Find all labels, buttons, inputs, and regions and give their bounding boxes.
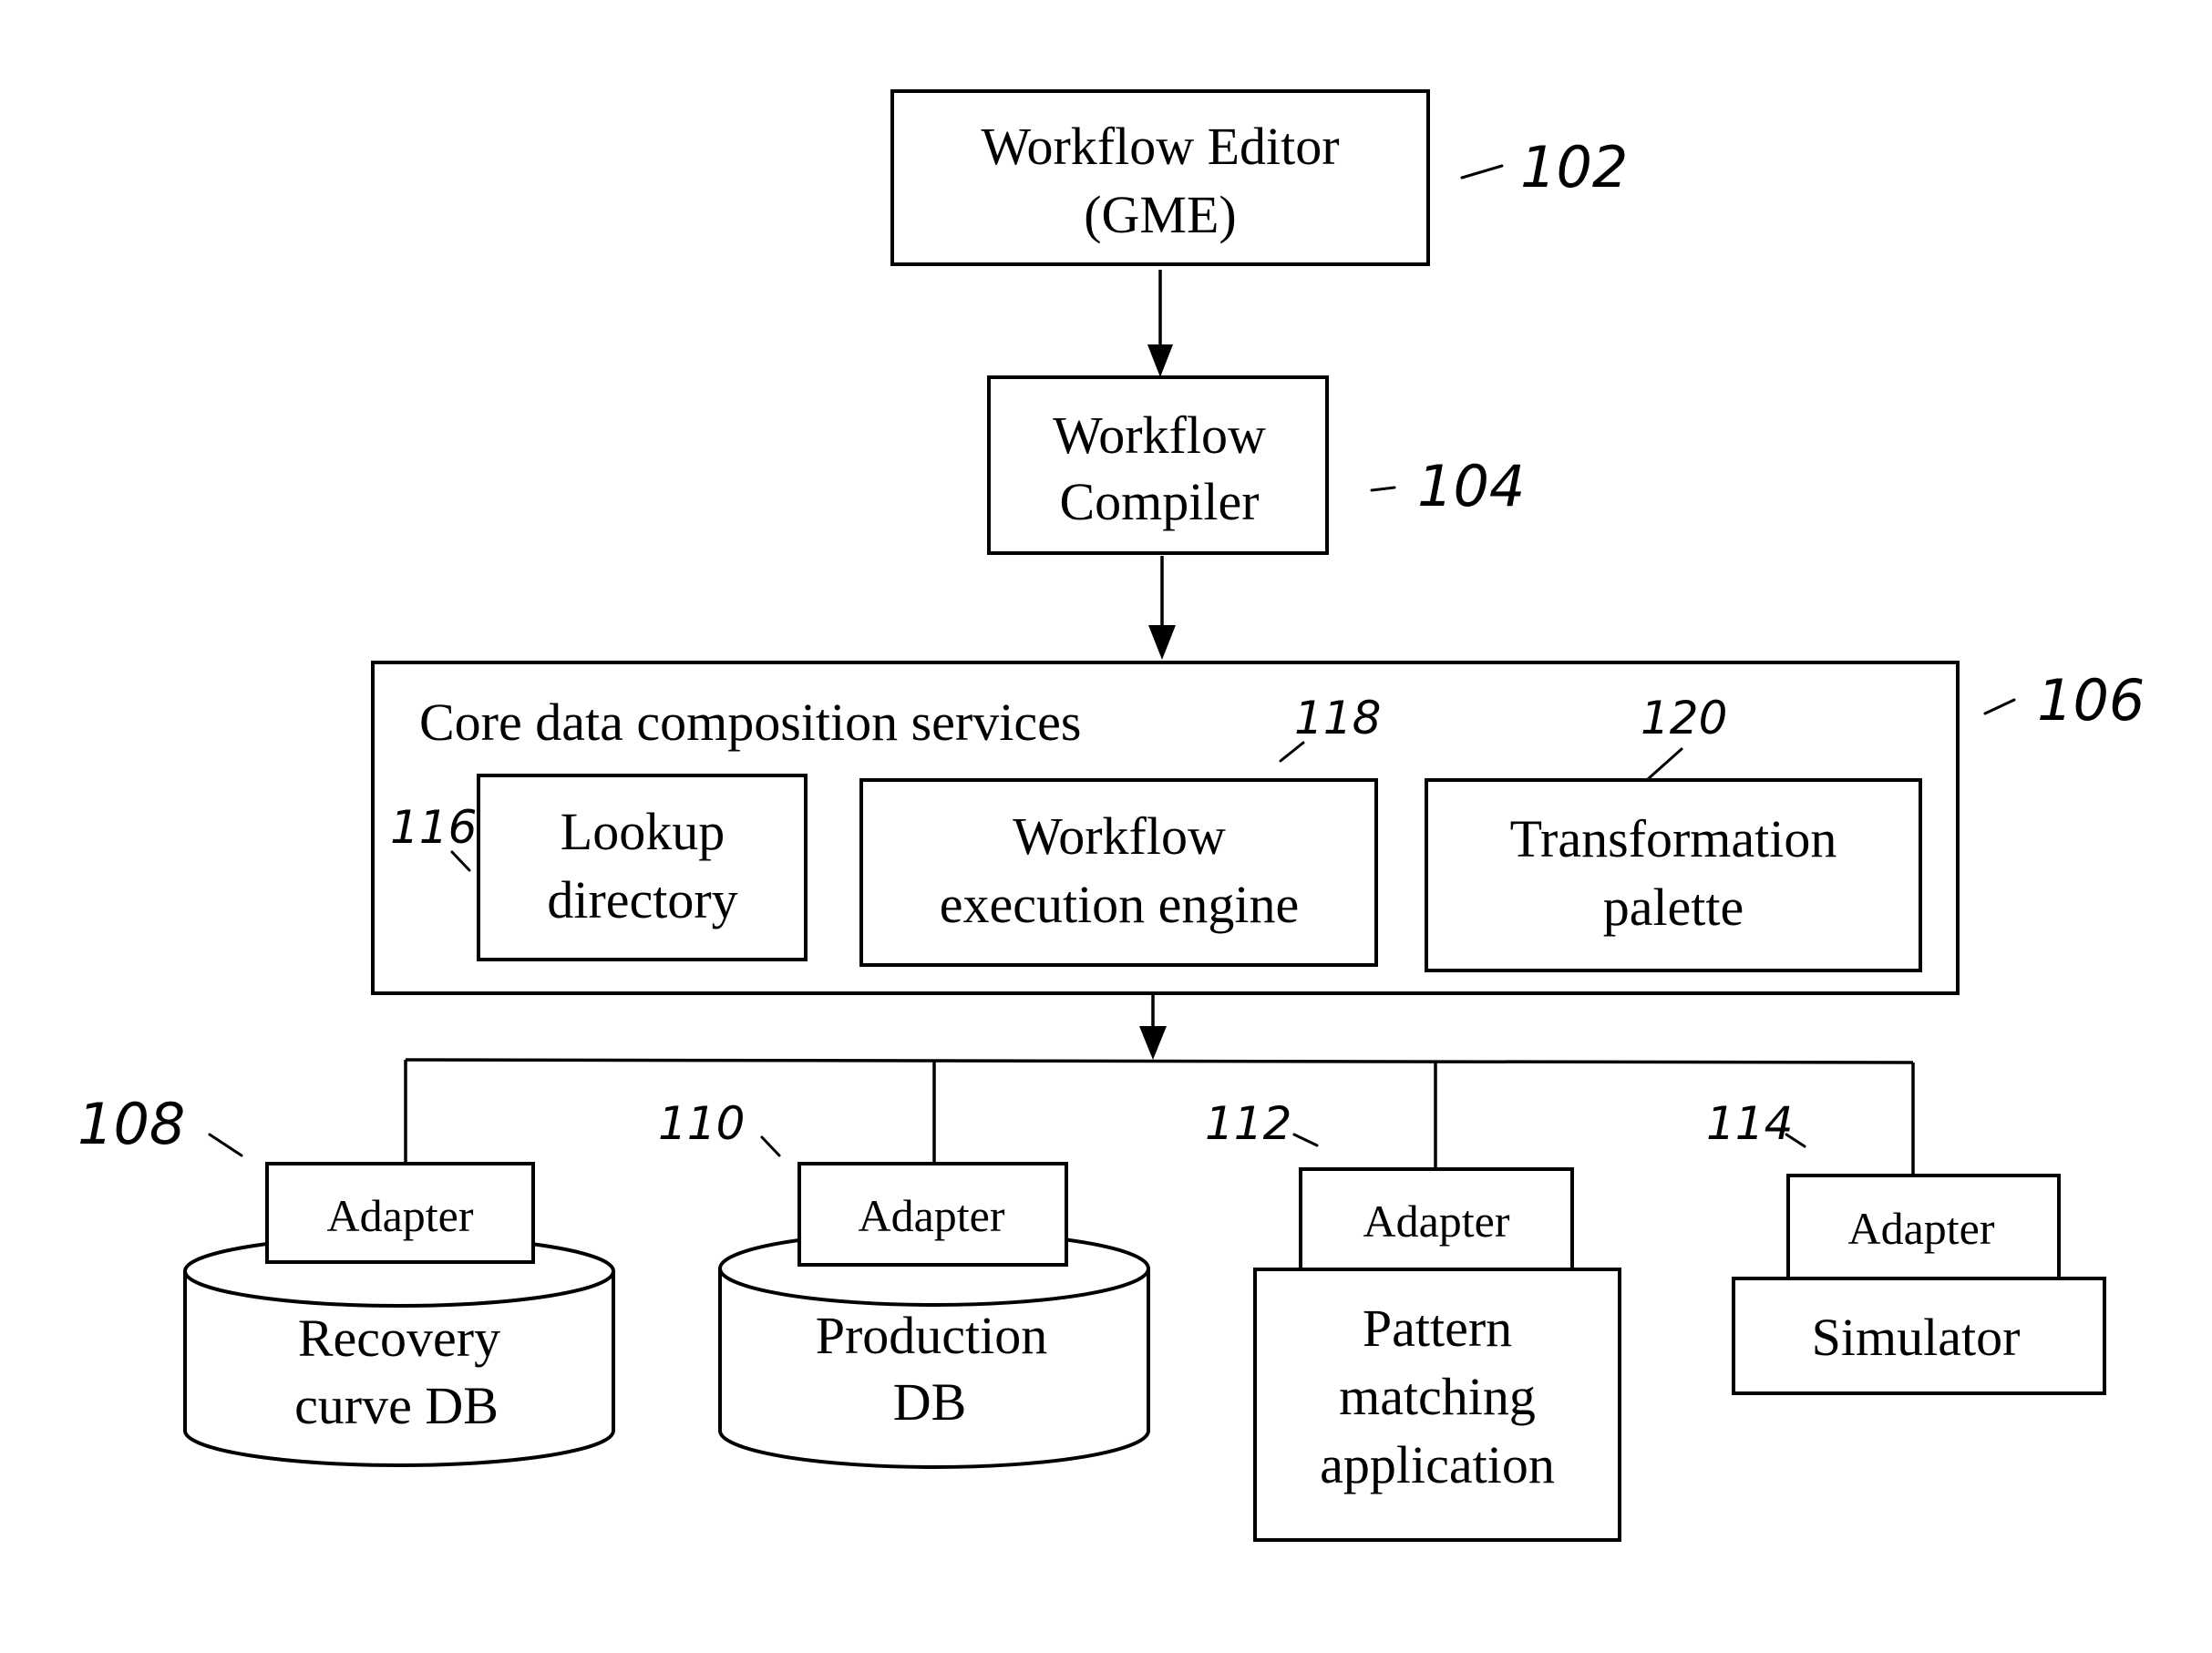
arrowhead-icon [1147, 344, 1173, 377]
workflow-compiler-node: Workflow Compiler [987, 375, 1329, 555]
transformation-palette-label-line1: Transformation [1510, 809, 1837, 868]
ref-104-leader [1370, 486, 1396, 492]
ref-label-106: 106 [2037, 667, 2145, 734]
ref-label-108: 108 [77, 1091, 185, 1157]
workflow-execution-engine-label-line1: Workflow [1013, 806, 1226, 866]
edge-editor-to-compiler [1147, 270, 1173, 377]
ref-label-118: 118 [1294, 692, 1381, 744]
adapter-label: Adapter [1847, 1203, 1994, 1254]
pattern-matching-application-node: Adapter Pattern matching application [1253, 1167, 1621, 1542]
adapter-label: Adapter [858, 1190, 1004, 1241]
workflow-editor-node: Workflow Editor (GME) [890, 89, 1430, 266]
workflow-execution-engine-node: Workflow execution engine [859, 778, 1378, 967]
ref-102-leader [1460, 164, 1504, 180]
recovery-curve-db-label-line2: curve DB [294, 1376, 499, 1435]
pattern-matching-label-line3: application [1320, 1435, 1555, 1494]
production-db-label-line1: Production [816, 1306, 1048, 1365]
lookup-directory-label-line1: Lookup [561, 802, 725, 861]
production-db-node: Adapter Production DB [718, 1162, 1150, 1469]
arrowhead-icon [1148, 625, 1176, 660]
workflow-execution-engine-label-line2: execution engine [940, 875, 1300, 934]
diagram-canvas: Workflow Editor (GME) 102 Workflow Compi… [77, 89, 2145, 1542]
ref-112-leader [1292, 1133, 1319, 1147]
arrowhead-icon [1139, 1026, 1167, 1060]
ref-110-leader [760, 1135, 781, 1157]
ref-label-120: 120 [1641, 692, 1727, 744]
workflow-editor-label-line1: Workflow Editor [981, 117, 1339, 176]
pattern-matching-label-line1: Pattern [1363, 1299, 1512, 1358]
ref-label-110: 110 [658, 1097, 745, 1150]
ref-label-102: 102 [1520, 134, 1628, 200]
production-db-label-line2: DB [893, 1372, 967, 1432]
simulator-label: Simulator [1812, 1308, 2021, 1367]
adapter-label: Adapter [326, 1190, 473, 1241]
ref-label-116: 116 [390, 801, 477, 854]
workflow-editor-label-line2: (GME) [1084, 185, 1237, 244]
bus-line [405, 1058, 1914, 1064]
transformation-palette-node: Transformation palette [1425, 778, 1922, 972]
lookup-directory-node: Lookup directory [477, 774, 808, 961]
edge-core-to-targets [404, 993, 1915, 1176]
pattern-matching-label-line2: matching [1339, 1367, 1536, 1426]
core-services-title: Core data composition services [419, 693, 1081, 752]
lookup-directory-label-line2: directory [547, 870, 737, 929]
workflow-compiler-label-line1: Workflow [1053, 406, 1266, 465]
workflow-compiler-label-line2: Compiler [1059, 472, 1259, 531]
edge-compiler-to-core [1148, 556, 1176, 660]
core-services-node: Core data composition services Lookup di… [371, 661, 1960, 995]
ref-label-104: 104 [1417, 453, 1525, 519]
recovery-curve-db-node: Adapter Recovery curve DB [183, 1162, 615, 1467]
ref-106-leader [1983, 698, 2016, 715]
recovery-curve-db-label-line1: Recovery [298, 1309, 500, 1368]
simulator-node: Adapter Simulator [1732, 1174, 2106, 1395]
ref-label-112: 112 [1205, 1097, 1291, 1150]
adapter-label: Adapter [1363, 1196, 1509, 1247]
ref-label-114: 114 [1706, 1097, 1793, 1150]
ref-108-leader [208, 1133, 243, 1157]
transformation-palette-label-line2: palette [1603, 878, 1744, 937]
